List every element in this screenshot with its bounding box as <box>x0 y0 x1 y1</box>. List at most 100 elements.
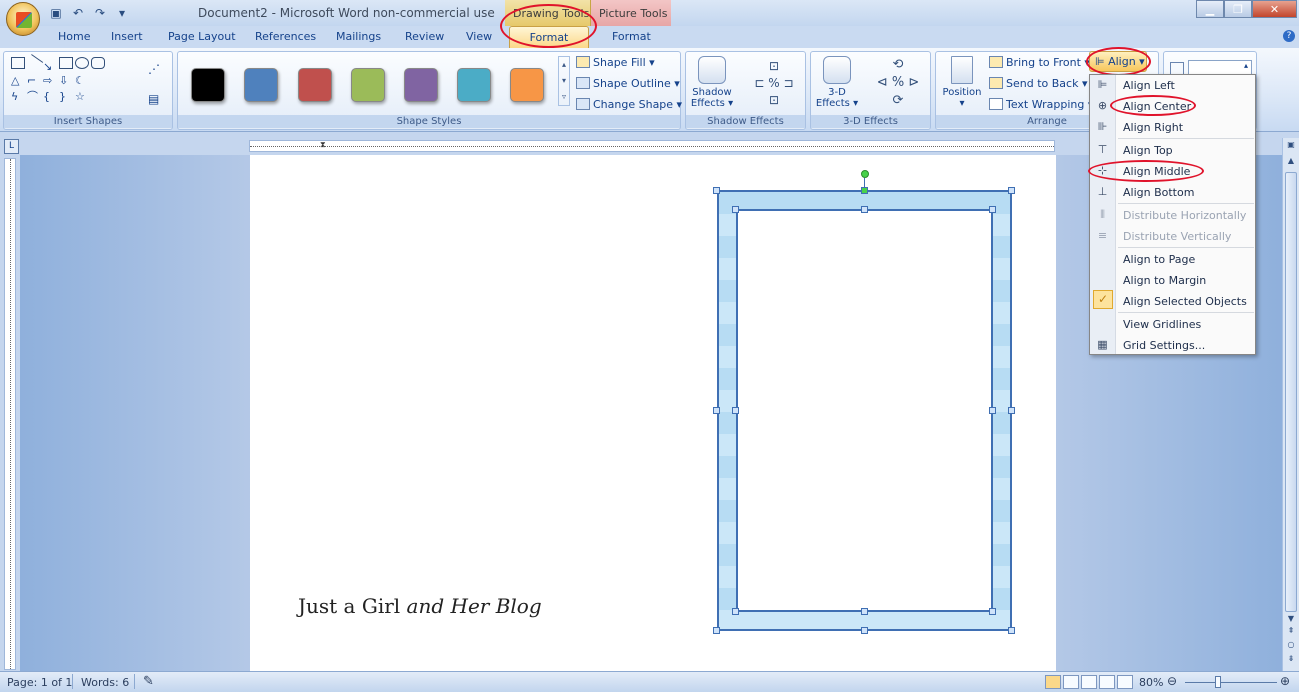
tab-insert[interactable]: Insert <box>111 30 143 43</box>
tab-selector[interactable]: L <box>4 139 19 154</box>
save-icon[interactable]: ▣ <box>48 5 64 21</box>
vertical-scrollbar[interactable]: ▣ ▲ ▼ ⇞ ○ ⇟ <box>1282 138 1299 671</box>
resize-handle-outer-bl[interactable] <box>713 627 720 634</box>
full-screen-reading-view-icon[interactable] <box>1063 675 1079 689</box>
redo-icon[interactable]: ↷ <box>92 5 108 21</box>
shape-style-red[interactable] <box>298 68 332 102</box>
resize-handle-outer-tl[interactable] <box>713 187 720 194</box>
proofing-icon[interactable]: ✎ <box>143 674 154 689</box>
resize-handle-outer-t[interactable] <box>861 187 868 194</box>
arc-shape-icon[interactable]: ⌒ <box>27 88 41 103</box>
shape-style-black[interactable] <box>191 68 225 102</box>
curved-shape-icon[interactable]: ☾ <box>75 74 89 87</box>
right-arrow-shape-icon[interactable]: ⇨ <box>43 74 57 87</box>
draft-view-icon[interactable] <box>1117 675 1133 689</box>
previous-page-icon[interactable]: ⇞ <box>1285 626 1297 638</box>
resize-handle-inner-t[interactable] <box>861 206 868 213</box>
outline-view-icon[interactable] <box>1099 675 1115 689</box>
resize-handle-outer-br[interactable] <box>1008 627 1015 634</box>
menu-item-view-gridlines[interactable]: View Gridlines <box>1090 314 1255 335</box>
minimize-button[interactable]: ▁ <box>1196 0 1224 18</box>
ruler-toggle-icon[interactable]: ▣ <box>1285 140 1297 152</box>
tilt-up-icon[interactable]: ⟲ <box>893 57 904 72</box>
brace-left-shape-icon[interactable]: { <box>43 90 57 103</box>
zoom-slider-thumb[interactable] <box>1215 676 1221 688</box>
lightning-shape-icon[interactable]: ϟ <box>11 90 25 103</box>
resize-handle-inner-tr[interactable] <box>989 206 996 213</box>
text-wrapping-button[interactable]: Text Wrapping ▾ <box>989 98 1093 111</box>
resize-handle-outer-b[interactable] <box>861 627 868 634</box>
tilt-left-icon[interactable]: ⊲ <box>877 75 888 90</box>
nudge-left-icon[interactable]: ⊏ <box>754 76 764 90</box>
shape-style-purple[interactable] <box>404 68 438 102</box>
elbow-connector-shape-icon[interactable]: ⌐ <box>27 74 41 87</box>
resize-handle-inner-br[interactable] <box>989 608 996 615</box>
vertical-ruler[interactable] <box>4 158 16 670</box>
maximize-button[interactable]: ❐ <box>1224 0 1252 18</box>
tab-format-picture[interactable]: Format <box>612 30 651 43</box>
tab-references[interactable]: References <box>255 30 316 43</box>
browse-object-icon[interactable]: ○ <box>1285 640 1297 652</box>
menu-item-align-top[interactable]: ⊤ Align Top <box>1090 140 1255 161</box>
undo-icon[interactable]: ↶ <box>70 5 86 21</box>
oval-shape-icon[interactable] <box>75 57 89 69</box>
rectangle-shape-icon[interactable] <box>59 57 73 69</box>
style-gallery-scroll[interactable]: ▴ ▾ ▿ <box>558 56 570 106</box>
tilt-down-icon[interactable]: ⟳ <box>893 93 904 108</box>
shape-fill-button[interactable]: Shape Fill ▾ <box>576 56 655 69</box>
resize-handle-inner-b[interactable] <box>861 608 868 615</box>
arrow-shape-icon[interactable]: ↘ <box>43 60 57 73</box>
toggle-3d-icon[interactable]: % <box>892 75 904 90</box>
zoom-level[interactable]: 80% <box>1139 676 1163 689</box>
tilt-controls[interactable]: ⟲ ⊲ % ⊳ ⟳ <box>867 56 929 110</box>
menu-item-align-bottom[interactable]: ⊥ Align Bottom <box>1090 182 1255 203</box>
office-button[interactable] <box>6 2 40 36</box>
nudge-right-icon[interactable]: ⊐ <box>784 76 794 90</box>
indent-marker-icon[interactable]: ⧗ <box>320 140 326 150</box>
menu-item-align-left[interactable]: ⊫ Align Left <box>1090 75 1255 96</box>
page-count[interactable]: Page: 1 of 1 <box>7 676 72 689</box>
nudge-up-icon[interactable]: ⊡ <box>769 59 779 73</box>
resize-handle-inner-tl[interactable] <box>732 206 739 213</box>
resize-handle-inner-bl[interactable] <box>732 608 739 615</box>
resize-handle-outer-l[interactable] <box>713 407 720 414</box>
shape-style-aqua[interactable] <box>457 68 491 102</box>
close-button[interactable]: ✕ <box>1252 0 1297 18</box>
shape-outline-button[interactable]: Shape Outline ▾ <box>576 77 680 90</box>
scroll-thumb[interactable] <box>1285 172 1297 612</box>
position-button[interactable]: Position ▾ <box>938 56 986 109</box>
print-layout-view-icon[interactable] <box>1045 675 1061 689</box>
zoom-slider[interactable] <box>1185 682 1277 683</box>
help-icon[interactable]: ? <box>1283 30 1295 42</box>
word-count[interactable]: Words: 6 <box>81 676 129 689</box>
horizontal-ruler[interactable]: ⧗ <box>249 140 1055 152</box>
star-shape-icon[interactable]: ☆ <box>75 90 89 103</box>
customize-dropdown-icon[interactable]: ▾ <box>114 5 130 21</box>
scroll-down-icon[interactable]: ▼ <box>1285 614 1297 626</box>
send-to-back-button[interactable]: Send to Back ▾ <box>989 77 1087 90</box>
line-shape-icon[interactable] <box>24 54 44 72</box>
tab-mailings[interactable]: Mailings <box>336 30 381 43</box>
zoom-out-icon[interactable]: ⊖ <box>1167 674 1177 688</box>
zoom-in-icon[interactable]: ⊕ <box>1280 674 1290 688</box>
shadow-effects-button[interactable]: Shadow Effects ▾ <box>690 56 734 109</box>
frame-inner-rectangle[interactable] <box>736 209 993 612</box>
menu-item-grid-settings[interactable]: ▦ Grid Settings... <box>1090 335 1255 356</box>
nudge-shadow-controls[interactable]: ⊡ ⊏ % ⊐ ⊡ <box>746 58 802 109</box>
menu-item-align-to-margin[interactable]: Align to Margin <box>1090 270 1255 291</box>
textbox-draw-icon[interactable]: ▤ <box>148 92 159 106</box>
menu-item-align-right[interactable]: ⊪ Align Right <box>1090 117 1255 138</box>
tab-page-layout[interactable]: Page Layout <box>168 30 236 43</box>
shape-style-blue[interactable] <box>244 68 278 102</box>
rotation-handle[interactable] <box>861 170 869 178</box>
change-shape-button[interactable]: Change Shape ▾ <box>576 98 682 111</box>
tab-view[interactable]: View <box>466 30 492 43</box>
tilt-right-icon[interactable]: ⊳ <box>908 75 919 90</box>
tab-review[interactable]: Review <box>405 30 444 43</box>
textbox-shape-icon[interactable] <box>11 57 25 69</box>
menu-item-align-selected-objects[interactable]: Align Selected Objects <box>1090 291 1255 312</box>
triangle-shape-icon[interactable]: △ <box>11 74 25 87</box>
shape-style-orange[interactable] <box>510 68 544 102</box>
resize-handle-inner-r[interactable] <box>989 407 996 414</box>
tab-home[interactable]: Home <box>58 30 90 43</box>
